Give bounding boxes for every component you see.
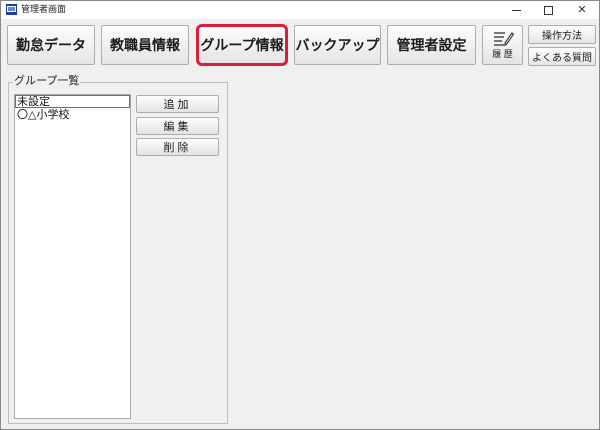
notepad-pen-icon	[493, 32, 514, 46]
maximize-button[interactable]	[533, 1, 563, 19]
history-button[interactable]: 履 歴	[482, 25, 523, 65]
history-label: 履 歴	[492, 49, 513, 59]
minimize-button[interactable]	[501, 1, 531, 19]
faq-button[interactable]: よくある質問	[528, 47, 596, 66]
admin-settings-button[interactable]: 管理者設定	[387, 25, 476, 65]
minimize-icon	[511, 9, 521, 11]
admin-window: 管理者画面 ✕ 勤怠データ 教職員情報 グループ情報 バックアップ 管理者設定 …	[0, 0, 600, 430]
delete-button[interactable]: 削除	[136, 138, 219, 156]
list-item[interactable]: 未設定	[15, 95, 130, 108]
group-list-legend: グループ一覧	[13, 74, 81, 88]
edit-button[interactable]: 編集	[136, 117, 219, 135]
how-to-use-button[interactable]: 操作方法	[528, 25, 596, 44]
app-icon	[6, 4, 17, 15]
list-item[interactable]: 〇△小学校	[15, 108, 130, 121]
main-toolbar: 勤怠データ 教職員情報 グループ情報 バックアップ 管理者設定 履 歴 操作方法…	[1, 19, 599, 75]
close-icon: ✕	[577, 3, 587, 16]
staff-info-button[interactable]: 教職員情報	[101, 25, 189, 65]
backup-button[interactable]: バックアップ	[294, 25, 381, 65]
title-bar: 管理者画面 ✕	[1, 1, 599, 19]
attendance-data-button[interactable]: 勤怠データ	[7, 25, 95, 65]
group-info-button[interactable]: グループ情報	[196, 24, 288, 66]
group-list-panel: グループ一覧 未設定 〇△小学校 追加 編集 削除	[8, 74, 228, 424]
close-button[interactable]: ✕	[567, 1, 597, 19]
group-listbox[interactable]: 未設定 〇△小学校	[14, 94, 131, 419]
maximize-icon	[543, 5, 553, 15]
window-title: 管理者画面	[21, 5, 67, 15]
add-button[interactable]: 追加	[136, 95, 219, 113]
